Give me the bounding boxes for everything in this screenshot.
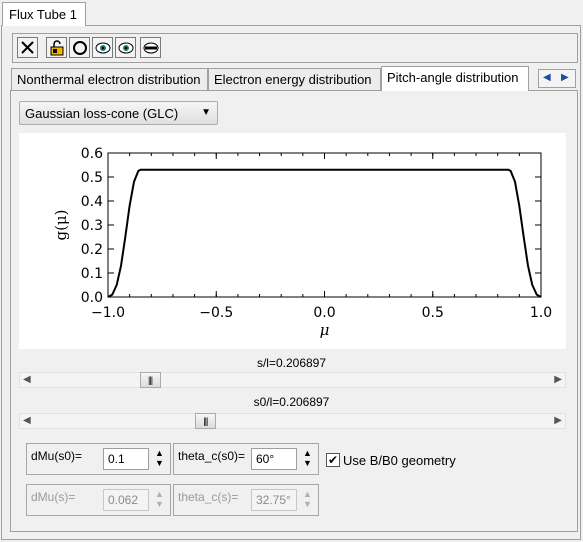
x-tick-label: −1.0 [91,305,125,321]
y-tick-label: 0.0 [81,290,103,306]
tab-scroller: ◀ ▶ [538,69,576,88]
y-tick-label: 0.2 [81,242,103,258]
slider-s-track[interactable] [19,372,566,388]
x-tick-label: 1.0 [530,305,552,321]
plot-frame [107,152,542,298]
hide-button[interactable] [140,37,161,58]
tab-pitch-angle-distribution[interactable]: Pitch-angle distribution [381,66,529,91]
slider-s0-right-arrow-icon[interactable]: ▶ [554,415,562,426]
eye-icon [118,42,133,53]
x-tick-label: −0.5 [199,305,233,321]
dmu-s0-stepper[interactable]: ▲ ▼ [153,448,166,470]
dmu-s0-label: dMu(s0)= [31,449,83,463]
dmu-s-label: dMu(s)= [31,490,76,504]
tab-flux-tube[interactable]: Flux Tube 1 [2,2,86,26]
view-button-2[interactable] [115,37,136,58]
y-tick-label: 0.1 [81,266,103,282]
slider-s-label: s/l=0.206897 [256,356,327,370]
use-geometry-checkbox[interactable]: ✔ [326,453,340,467]
tab-nonthermal-electron-distribution[interactable]: Nonthermal electron distribution [11,68,208,90]
eye-icon [95,42,110,53]
y-axis-label: g(μ) [52,209,70,240]
slider-s0-track[interactable] [19,413,566,429]
x-tick-label: 0.0 [313,305,335,321]
slider-s-right-arrow-icon[interactable]: ▶ [554,374,562,385]
slider-s0[interactable]: ◀ ▶ ||| [19,413,566,429]
theta-c-s0-group: theta_c(s0)= 60° ▲ ▼ [173,443,319,475]
theta-c-s-label: theta_c(s)= [178,490,239,504]
toolbar [12,33,578,63]
lock-button[interactable] [46,37,67,58]
distribution-select[interactable]: Gaussian loss-cone (GLC) ▼ [19,101,218,125]
y-tick-label: 0.5 [81,170,103,186]
close-button[interactable] [17,37,38,58]
tab-scroll-right-icon[interactable]: ▶ [561,72,569,83]
slider-s-left-arrow-icon[interactable]: ◀ [23,374,31,385]
view-button-1[interactable] [92,37,113,58]
slider-s0-left-arrow-icon[interactable]: ◀ [23,415,31,426]
circle-button[interactable] [69,37,90,58]
y-tick-label: 0.6 [81,146,103,162]
theta-c-s0-label: theta_c(s0)= [178,449,246,463]
x-axis-label: μ [320,321,330,339]
slider-s-thumb[interactable]: ||| [139,372,161,388]
distribution-select-value: Gaussian loss-cone (GLC) [25,106,179,121]
theta-c-s-group: theta_c(s)= 32.75° ▲ ▼ [173,484,319,516]
slider-s0-thumb[interactable]: ||| [194,413,216,429]
slider-s0-label: s0/l=0.206897 [253,395,330,409]
dmu-s-group: dMu(s)= 0.062 ▲ ▼ [26,484,171,516]
y-tick-label: 0.4 [81,194,103,210]
theta-c-s0-input[interactable]: 60° [251,448,297,470]
close-x-icon [21,41,34,54]
theta-c-s0-stepper[interactable]: ▲ ▼ [301,448,314,470]
theta-c-s-input: 32.75° [251,489,297,511]
eye-slash-icon [143,42,158,53]
y-tick-label: 0.3 [81,218,103,234]
circle-icon [72,40,87,55]
chevron-down-icon: ▼ [201,107,211,118]
tab-scroll-left-icon[interactable]: ◀ [543,72,551,83]
dmu-s-input: 0.062 [103,489,149,511]
tab-electron-energy-distribution[interactable]: Electron energy distribution [208,68,381,90]
lock-icon [50,39,63,55]
chart-svg: 0.0 0.1 0.2 0.3 0.4 0.5 0.6 −1.0 −0.5 0.0 0.5 1.0 μ g… [52,146,552,339]
dmu-s0-group: dMu(s0)= 0.1 ▲ ▼ [26,443,171,475]
pitch-angle-plot: 0.0 0.1 0.2 0.3 0.4 0.5 0.6 −1.0 −0.5 0.0 0.5 1.0 μ g… [19,133,566,349]
series-line-0 [107,168,542,298]
dmu-s-stepper: ▲ ▼ [155,489,164,509]
slider-s[interactable]: ◀ ▶ ||| [19,372,566,388]
use-geometry-label: Use B/B0 geometry [343,453,456,468]
theta-c-s-stepper: ▲ ▼ [303,489,312,509]
x-tick-label: 0.5 [422,305,444,321]
dmu-s0-input[interactable]: 0.1 [103,448,149,470]
